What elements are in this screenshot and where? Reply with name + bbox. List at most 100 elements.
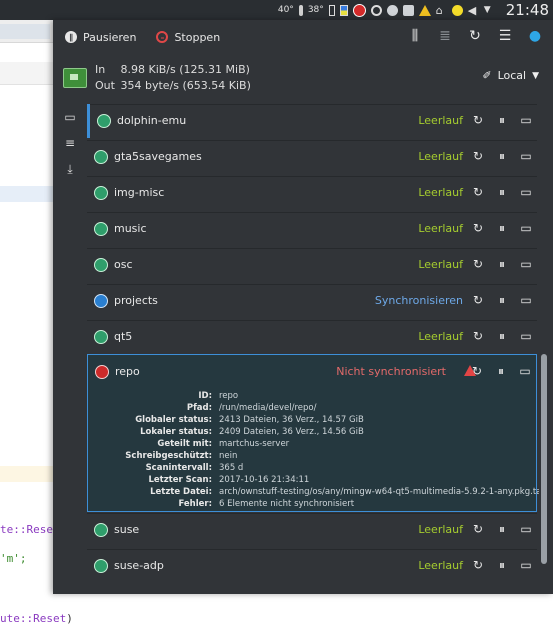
in-label: In	[95, 63, 106, 76]
web-ui-globe-icon[interactable]: ●	[527, 28, 543, 44]
detail-key: Fehler:	[178, 499, 212, 509]
syncthing-tray-popup: ∥ Pausieren – Stoppen ⫼ ≣ ↻ ☰ ● In 8.98 …	[53, 20, 553, 594]
pause-icon[interactable]: ⏸	[495, 221, 509, 235]
columns-icon[interactable]: ⫼	[407, 28, 423, 44]
battery-icon[interactable]	[328, 4, 335, 16]
pause-icon[interactable]: ⏸	[495, 185, 509, 199]
folder-row[interactable]: osc Leerlauf ↻ ⏸ ▭	[87, 248, 537, 282]
folder-row[interactable]: qt5 Leerlauf ↻ ⏸ ▭	[87, 320, 537, 354]
detail-row: Geteilt mit: martchus-server	[88, 439, 528, 451]
folder-row[interactable]: repo Nicht synchronisiert ↻ ⏸ ▭ ID: repo Pfad: /…	[87, 354, 539, 512]
stacked-documents-icon[interactable]	[402, 4, 414, 16]
rescan-icon[interactable]: ↻	[471, 293, 485, 307]
connection-selector[interactable]: ✐ Local ▼	[482, 69, 539, 82]
rescan-icon[interactable]: ↻	[471, 257, 485, 271]
rescan-icon[interactable]: ↻	[471, 113, 485, 127]
detail-key: Geteilt mit:	[157, 439, 212, 449]
rescan-icon[interactable]: ↻	[471, 221, 485, 235]
log-icon[interactable]: ≣	[437, 28, 453, 44]
folder-row[interactable]: dolphin-emu Leerlauf ↻ ⏸ ▭	[87, 104, 537, 138]
warning-icon[interactable]	[418, 4, 431, 16]
row-separator	[87, 549, 537, 550]
folder-row[interactable]: gta5savegames Leerlauf ↻ ⏸ ▭	[87, 140, 537, 174]
pause-icon[interactable]: ⏸	[495, 293, 509, 307]
stop-button[interactable]: – Stoppen	[156, 31, 220, 44]
folder-name: suse-adp	[114, 559, 164, 572]
detail-value: arch/ownstuff-testing/os/any/mingw-w64-q…	[219, 487, 539, 497]
syncthing-tray-icon[interactable]	[352, 3, 366, 17]
pause-button[interactable]: ∥ Pausieren	[65, 31, 136, 44]
folder-row[interactable]: img-misc Leerlauf ↻ ⏸ ▭	[87, 176, 537, 210]
toolbar-actions: ⫼ ≣ ↻ ☰ ●	[407, 28, 543, 44]
tray-expand-arrow-icon[interactable]: ▼	[484, 5, 495, 16]
folder-name: osc	[114, 258, 133, 271]
open-folder-icon[interactable]: ▭	[519, 558, 533, 572]
folder-row[interactable]: music Leerlauf ↻ ⏸ ▭	[87, 212, 537, 246]
folder-status: Synchronisieren	[374, 294, 463, 307]
folder-actions: ↻ ⏸ ▭	[471, 522, 533, 536]
editor-current-line	[0, 466, 53, 482]
editor-active-tab[interactable]	[0, 24, 50, 39]
steam-icon[interactable]	[386, 4, 398, 16]
detail-key: Globaler status:	[135, 415, 212, 425]
folder-status-icon	[94, 294, 108, 308]
open-folder-icon[interactable]: ▭	[519, 113, 533, 127]
rescan-icon[interactable]: ↻	[471, 149, 485, 163]
pause-icon[interactable]: ⏸	[495, 558, 509, 572]
folder-list-scrollbar[interactable]	[541, 354, 547, 564]
detail-key: Letzte Datei:	[150, 487, 212, 497]
folder-row[interactable]: suse-adp Leerlauf ↻ ⏸ ▭	[87, 549, 537, 583]
sync-icon[interactable]	[370, 4, 382, 16]
cpu-temp: 40°	[277, 5, 294, 15]
devices-tab-server-icon[interactable]: ≡	[63, 136, 77, 150]
incoming-traffic: In 8.98 KiB/s (125.31 MiB)	[95, 63, 250, 76]
chevron-down-icon: ▼	[532, 70, 539, 81]
open-folder-icon[interactable]: ▭	[519, 293, 533, 307]
pause-icon[interactable]: ⏸	[495, 522, 509, 536]
rescan-icon[interactable]: ↻	[470, 364, 484, 378]
pause-icon[interactable]: ⏸	[495, 149, 509, 163]
rescan-all-icon[interactable]: ↻	[467, 28, 483, 44]
folder-name: img-misc	[114, 186, 165, 199]
folder-status-icon	[97, 114, 111, 128]
folders-tab-folder-icon[interactable]: ▭	[63, 110, 77, 124]
rescan-icon[interactable]: ↻	[471, 558, 485, 572]
folder-row[interactable]: suse Leerlauf ↻ ⏸ ▭	[87, 513, 537, 547]
folder-status-icon	[95, 365, 109, 379]
folder-row[interactable]: projects Synchronisieren ↻ ⏸ ▭	[87, 284, 537, 318]
open-folder-icon[interactable]: ▭	[519, 149, 533, 163]
rescan-icon[interactable]: ↻	[471, 329, 485, 343]
memory-icon[interactable]	[339, 4, 348, 16]
open-folder-icon[interactable]: ▭	[519, 257, 533, 271]
detail-row: Pfad: /run/media/devel/repo/	[88, 403, 528, 415]
folder-status-icon	[94, 559, 108, 573]
open-folder-icon[interactable]: ▭	[519, 221, 533, 235]
downloads-tab-download-icon[interactable]: ⤓	[63, 162, 77, 176]
folder-name: qt5	[114, 330, 133, 343]
folder-status: Leerlauf	[418, 186, 463, 199]
rescan-icon[interactable]: ↻	[471, 185, 485, 199]
pause-icon[interactable]: ⏸	[495, 113, 509, 127]
pause-icon[interactable]: ⏸	[494, 364, 508, 378]
in-value: 8.98 KiB/s (125.31 MiB)	[120, 63, 250, 76]
rescan-icon[interactable]: ↻	[471, 522, 485, 536]
out-label: Out	[95, 79, 115, 92]
open-folder-icon[interactable]: ▭	[519, 329, 533, 343]
paperclip-icon[interactable]: ⌂	[436, 5, 447, 16]
folder-list: dolphin-emu Leerlauf ↻ ⏸ ▭ gta5savegames Leerl…	[87, 104, 539, 594]
detail-value: /run/media/devel/repo/	[219, 403, 317, 413]
folder-name: suse	[114, 523, 140, 536]
folder-status-icon	[94, 330, 108, 344]
weather-sun-icon[interactable]	[451, 4, 463, 16]
open-folder-icon[interactable]: ▭	[519, 522, 533, 536]
volume-icon[interactable]: ◀	[468, 5, 479, 16]
stop-icon: –	[156, 31, 169, 43]
clock[interactable]: 21:48	[506, 1, 549, 19]
editor-toolbar-strip	[0, 62, 53, 85]
open-folder-icon[interactable]: ▭	[518, 364, 532, 378]
menu-icon[interactable]: ☰	[497, 28, 513, 44]
open-folder-icon[interactable]: ▭	[519, 185, 533, 199]
pause-icon[interactable]: ⏸	[495, 257, 509, 271]
folder-actions: ↻ ⏸ ▭	[471, 149, 533, 163]
pause-icon[interactable]: ⏸	[495, 329, 509, 343]
